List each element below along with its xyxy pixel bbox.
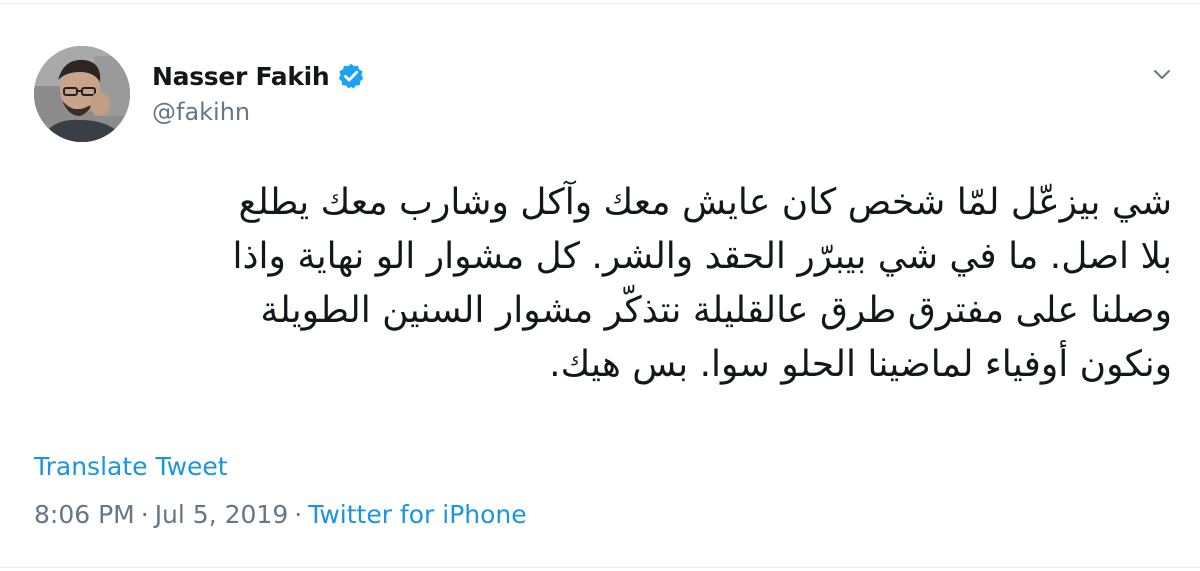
user-handle[interactable]: @fakihn xyxy=(152,98,250,126)
tweet-source-link[interactable]: Twitter for iPhone xyxy=(308,500,526,529)
avatar-image xyxy=(34,46,130,142)
translate-tweet-link[interactable]: Translate Tweet xyxy=(34,452,228,481)
tweet-card: Nasser Fakih @fakihn شي بيزعّل لمّا شخص … xyxy=(0,0,1200,571)
avatar[interactable] xyxy=(34,46,130,142)
tweet-meta: 8:06 PM · Jul 5, 2019 · Twitter for iPhone xyxy=(34,500,527,529)
tweet-line: ونكون أوفياء لماضينا الحلو سوا. بس هيك. xyxy=(549,344,1172,385)
tweet-text: شي بيزعّل لمّا شخص كان عايش معك وآكل وشا… xyxy=(34,176,1173,392)
tweet-date[interactable]: Jul 5, 2019 xyxy=(155,500,289,529)
meta-separator: · xyxy=(294,500,303,529)
tweet-line: شي بيزعّل لمّا شخص كان عايش معك وآكل وشا… xyxy=(238,182,1172,223)
display-name[interactable]: Nasser Fakih xyxy=(152,62,330,91)
bottom-divider xyxy=(0,567,1200,568)
verified-badge-icon xyxy=(337,62,365,90)
name-row: Nasser Fakih xyxy=(152,58,365,94)
chevron-down-icon[interactable] xyxy=(1148,60,1176,88)
top-divider xyxy=(0,3,1200,4)
tweet-time[interactable]: 8:06 PM xyxy=(34,500,135,529)
tweet-line: وصلنا على مفترق طرق عالقليلة نتذكّر مشوا… xyxy=(260,290,1172,331)
meta-separator: · xyxy=(140,500,149,529)
tweet-line: بلا اصل. ما في شي بيبرّر الحقد والشر. كل… xyxy=(232,236,1173,277)
